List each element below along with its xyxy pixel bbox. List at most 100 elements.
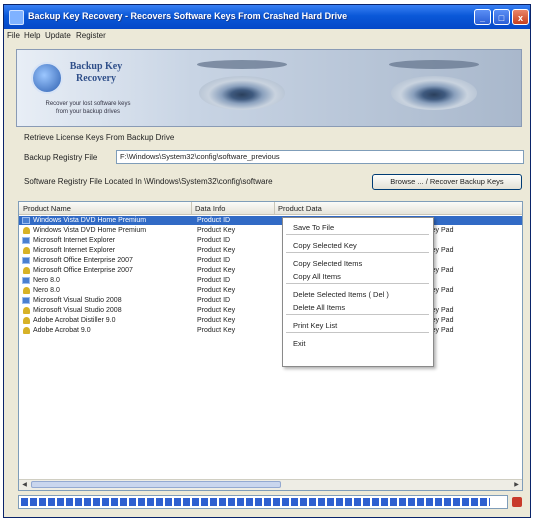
table-row[interactable]: Adobe Acrobat Distiller 9.0 Product Key Ke… — [19, 316, 522, 325]
horizontal-scrollbar[interactable]: ◀ ▶ — [19, 479, 522, 490]
table-row[interactable]: Microsoft Visual Studio 2008 Product ID — [19, 296, 522, 305]
menu-separator — [286, 234, 429, 235]
table-row[interactable]: Microsoft Visual Studio 2008 Product Key K… — [19, 306, 522, 315]
stop-icon[interactable] — [512, 497, 522, 507]
context-menu-item[interactable]: Delete Selected Items ( Del ) — [293, 290, 389, 299]
cell-product-name: Nero 8.0 — [33, 277, 60, 284]
eye-right-image — [391, 76, 477, 110]
cell-product-name: Nero 8.0 — [33, 287, 60, 294]
eye-left-image — [199, 76, 285, 110]
table-row[interactable]: Microsoft Internet Explorer Product Key Ke… — [19, 246, 522, 255]
key-icon — [23, 317, 30, 324]
logo-line-1: Backup Key — [69, 61, 123, 72]
context-menu-item[interactable]: Exit — [293, 339, 306, 348]
key-icon — [23, 327, 30, 334]
scroll-left-icon[interactable]: ◀ — [20, 481, 29, 489]
table-row[interactable]: Nero 8.0 Product ID — [19, 276, 522, 285]
menu-register[interactable]: Register — [76, 31, 106, 40]
keys-table: Product Name Data Info Product Data Wind… — [18, 201, 523, 491]
menu-update[interactable]: Update — [45, 31, 71, 40]
cell-data-info: Product ID — [197, 297, 231, 304]
table-row[interactable]: Windows Vista DVD Home Premium Product Ke… — [19, 226, 522, 235]
key-icon — [23, 287, 30, 294]
cell-data-info: Product Key — [197, 267, 236, 274]
cell-product-name: Windows Vista DVD Home Premium — [33, 227, 147, 234]
table-row[interactable]: Windows Vista DVD Home Premium Product ID — [19, 216, 522, 225]
menu-separator — [286, 332, 429, 333]
cell-product-name: Microsoft Office Enterprise 2007 — [33, 257, 133, 264]
eyebrow-left — [197, 60, 287, 69]
cell-product-name: Microsoft Visual Studio 2008 — [33, 297, 122, 304]
cell-data-info: Product ID — [197, 257, 231, 264]
cell-product-name: Microsoft Visual Studio 2008 — [33, 307, 122, 314]
context-menu-item[interactable]: Delete All Items — [293, 303, 345, 312]
logo-line-2: Recovery — [76, 73, 116, 84]
close-button[interactable]: x — [512, 9, 529, 25]
context-menu-item[interactable]: Copy Selected Items — [293, 259, 362, 268]
cell-data-info: Product Key — [197, 227, 236, 234]
menu-file[interactable]: File — [7, 31, 20, 40]
title-bar[interactable]: Backup Key Recovery - Recovers Software … — [4, 5, 530, 29]
key-icon — [23, 227, 30, 234]
key-icon — [23, 247, 30, 254]
menu-bar: File Help Update Register — [4, 29, 530, 43]
cell-data-info: Product Key — [197, 317, 236, 324]
windows-icon — [22, 277, 30, 284]
section-label: Retrieve License Keys From Backup Drive — [24, 133, 175, 142]
cell-product-name: Microsoft Office Enterprise 2007 — [33, 267, 133, 274]
cell-data-info: Product ID — [197, 277, 231, 284]
context-menu-item[interactable]: Copy Selected Key — [293, 241, 357, 250]
context-menu: Save To File Copy Selected Key Copy Select… — [282, 217, 434, 367]
windows-icon — [22, 297, 30, 304]
cell-product-name: Microsoft Internet Explorer — [33, 237, 116, 244]
table-header: Product Name Data Info Product Data — [19, 202, 522, 215]
cell-data-info: Product Key — [197, 327, 236, 334]
maximize-button[interactable]: □ — [493, 9, 510, 25]
windows-icon — [22, 217, 30, 224]
table-row[interactable]: Microsoft Internet Explorer Product ID — [19, 236, 522, 245]
menu-separator — [286, 283, 429, 284]
registry-path-field[interactable]: F:\Windows\System32\config\software_prev… — [116, 150, 524, 164]
progress-fill — [21, 498, 491, 506]
cell-data-info: Product ID — [197, 217, 231, 224]
registry-file-label: Backup Registry File — [24, 153, 98, 162]
window-title: Backup Key Recovery - Recovers Software … — [28, 11, 348, 21]
key-icon — [23, 307, 30, 314]
menu-separator — [286, 252, 429, 253]
table-row[interactable]: Microsoft Office Enterprise 2007 Product … — [19, 266, 522, 275]
banner-tagline: Recover your lost software keys from you… — [45, 101, 131, 115]
header-banner: Backup Key Recovery Recover your lost so… — [16, 49, 522, 127]
browse-recover-button[interactable]: Browse ... / Recover Backup Keys — [372, 174, 522, 190]
column-divider[interactable] — [274, 202, 275, 214]
context-menu-item[interactable]: Print Key List — [293, 321, 337, 330]
cell-product-name: Windows Vista DVD Home Premium — [33, 217, 147, 224]
cell-data-info: Product ID — [197, 237, 231, 244]
windows-icon — [22, 257, 30, 264]
column-divider[interactable] — [191, 202, 192, 214]
progress-bar — [18, 495, 508, 509]
cell-product-name: Microsoft Internet Explorer — [33, 247, 116, 254]
menu-separator — [286, 314, 429, 315]
cell-product-name: Adobe Acrobat Distiller 9.0 — [33, 317, 116, 324]
scrollbar-thumb[interactable] — [31, 481, 281, 488]
located-label: Software Registry File Located In \Windo… — [24, 177, 273, 186]
minimize-button[interactable]: _ — [474, 9, 491, 25]
key-icon — [23, 267, 30, 274]
column-header-product-data[interactable]: Product Data — [278, 204, 322, 213]
app-icon — [9, 10, 24, 25]
main-window: Backup Key Recovery - Recovers Software … — [3, 4, 531, 518]
logo-text: Backup Key Recovery — [65, 61, 127, 85]
scroll-right-icon[interactable]: ▶ — [512, 481, 521, 489]
logo-icon — [31, 62, 63, 94]
table-row[interactable]: Microsoft Office Enterprise 2007 Product … — [19, 256, 522, 265]
table-row[interactable]: Nero 8.0 Product Key Key Pad — [19, 286, 522, 295]
menu-help[interactable]: Help — [24, 31, 40, 40]
windows-icon — [22, 237, 30, 244]
cell-data-info: Product Key — [197, 247, 236, 254]
context-menu-item[interactable]: Save To File — [293, 223, 334, 232]
context-menu-item[interactable]: Copy All Items — [293, 272, 341, 281]
column-header-data-info[interactable]: Data Info — [195, 204, 225, 213]
column-header-product-name[interactable]: Product Name — [23, 204, 71, 213]
table-row[interactable]: Adobe Acrobat 9.0 Product Key Key Pad — [19, 326, 522, 335]
cell-data-info: Product Key — [197, 307, 236, 314]
